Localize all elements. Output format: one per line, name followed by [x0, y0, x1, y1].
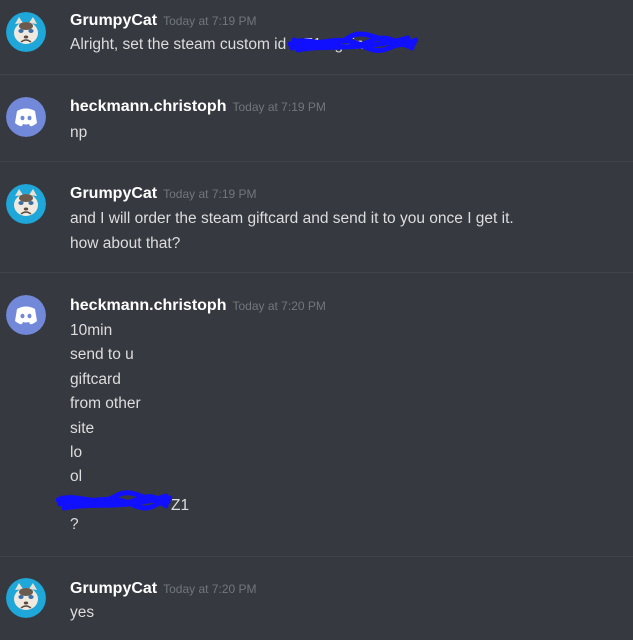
message-text: Z1 [56, 490, 190, 515]
message-line: lo [70, 444, 83, 461]
timestamp: Today at 7:19 PM [163, 187, 257, 201]
avatar-heckmann[interactable] [6, 295, 46, 335]
message-divider [0, 161, 633, 162]
discord-logo-icon [6, 295, 46, 335]
timestamp: Today at 7:20 PM [232, 299, 326, 313]
avatar-grumpycat[interactable] [6, 12, 46, 52]
username[interactable]: GrumpyCat [70, 185, 157, 202]
avatar-heckmann[interactable] [6, 97, 46, 137]
avatar-grumpycat[interactable] [6, 184, 46, 224]
timestamp: Today at 7:20 PM [163, 582, 257, 596]
username[interactable]: GrumpyCat [70, 12, 157, 29]
grumpy-cat-icon [6, 184, 46, 224]
chat-message-list: GrumpyCat Today at 7:19 PM Alright, set t… [0, 0, 633, 640]
redacted-text-container [56, 490, 172, 511]
message-line: 10min [70, 322, 113, 339]
message-line: np [70, 124, 88, 141]
grumpy-cat-icon [6, 12, 46, 52]
grumpy-cat-icon [6, 578, 46, 618]
message-line: send to u [70, 346, 134, 363]
message-line: and I will order the steam giftcard and … [70, 210, 514, 227]
message-header: GrumpyCat Today at 7:19 PM [70, 12, 257, 30]
message-divider [0, 74, 633, 75]
message-header: heckmann.christoph Today at 7:19 PM [70, 98, 326, 116]
redacted-text-container: Alright, set the steam custom id to [70, 31, 418, 54]
message-line: yes [70, 604, 95, 621]
username[interactable]: GrumpyCat [70, 580, 157, 597]
message-line: Z1 [171, 497, 190, 514]
username[interactable]: heckmann.christoph [70, 98, 226, 115]
message-line: site [70, 420, 95, 437]
message-line: ol [70, 468, 83, 485]
username[interactable]: heckmann.christoph [70, 297, 226, 314]
avatar-grumpycat[interactable] [6, 578, 46, 618]
timestamp: Today at 7:19 PM [163, 14, 257, 28]
message-line: from other [70, 395, 141, 412]
timestamp: Today at 7:19 PM [232, 100, 326, 114]
message-line: giftcard [70, 371, 121, 388]
message-divider [0, 272, 633, 273]
message-line: Alright, set the steam custom id to [70, 36, 304, 53]
redaction-scribble [56, 490, 172, 511]
message-header: heckmann.christoph Today at 7:20 PM [70, 297, 326, 315]
message-line: how about that? [70, 235, 181, 252]
message-divider [0, 556, 633, 557]
message-line: ? [70, 516, 79, 533]
discord-logo-icon [6, 97, 46, 137]
message-text: Alright, set the steam custom id to Z1 a… [70, 31, 418, 54]
message-header: GrumpyCat Today at 7:19 PM [70, 185, 257, 203]
message-line: Z1 again [303, 36, 364, 53]
message-header: GrumpyCat Today at 7:20 PM [70, 580, 257, 598]
